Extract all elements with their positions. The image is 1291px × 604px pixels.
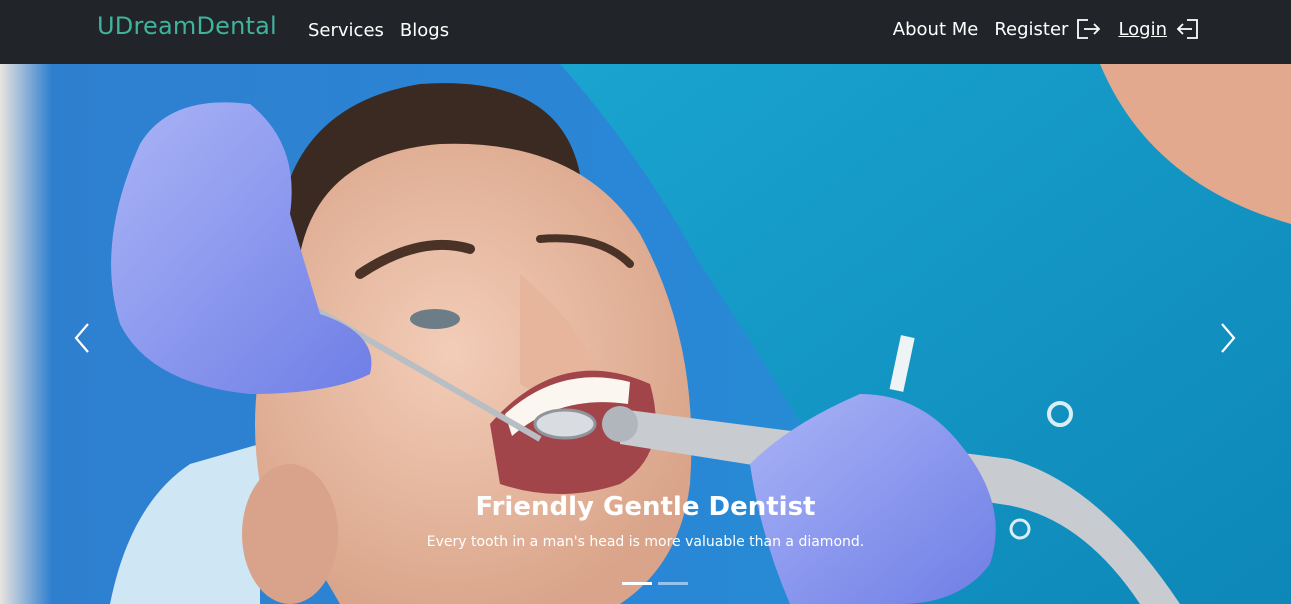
hero-carousel: Friendly Gentle Dentist Every tooth in a… bbox=[0, 64, 1291, 604]
indicator-slide-2[interactable] bbox=[658, 582, 688, 585]
register-label: Register bbox=[994, 18, 1069, 40]
nav-register[interactable]: Register bbox=[994, 18, 1102, 40]
nav-login[interactable]: Login bbox=[1118, 18, 1199, 40]
slide-text: Every tooth in a man's head is more valu… bbox=[426, 534, 865, 550]
nav-about-me[interactable]: About Me bbox=[893, 19, 979, 40]
nav-services[interactable]: Services bbox=[308, 20, 384, 41]
carousel-prev-button[interactable] bbox=[70, 320, 94, 356]
carousel-indicators bbox=[622, 582, 688, 585]
login-label: Login bbox=[1118, 18, 1167, 40]
chevron-right-icon bbox=[1221, 323, 1236, 353]
brand-logo[interactable]: UDreamDental bbox=[97, 12, 277, 40]
chevron-left-icon bbox=[74, 323, 89, 353]
carousel-next-button[interactable] bbox=[1216, 320, 1240, 356]
slide-caption: Friendly Gentle Dentist Every tooth in a… bbox=[0, 492, 1291, 550]
account-nav: About Me Register Login bbox=[893, 18, 1199, 40]
slide-title: Friendly Gentle Dentist bbox=[475, 492, 816, 522]
nav-blogs[interactable]: Blogs bbox=[400, 20, 449, 41]
primary-nav: Services Blogs bbox=[308, 20, 449, 41]
indicator-slide-1[interactable] bbox=[622, 582, 652, 585]
top-navbar: UDreamDental Services Blogs About Me Reg… bbox=[0, 0, 1291, 64]
sign-in-arrow-icon bbox=[1175, 18, 1199, 40]
sign-out-arrow-icon bbox=[1076, 18, 1102, 40]
